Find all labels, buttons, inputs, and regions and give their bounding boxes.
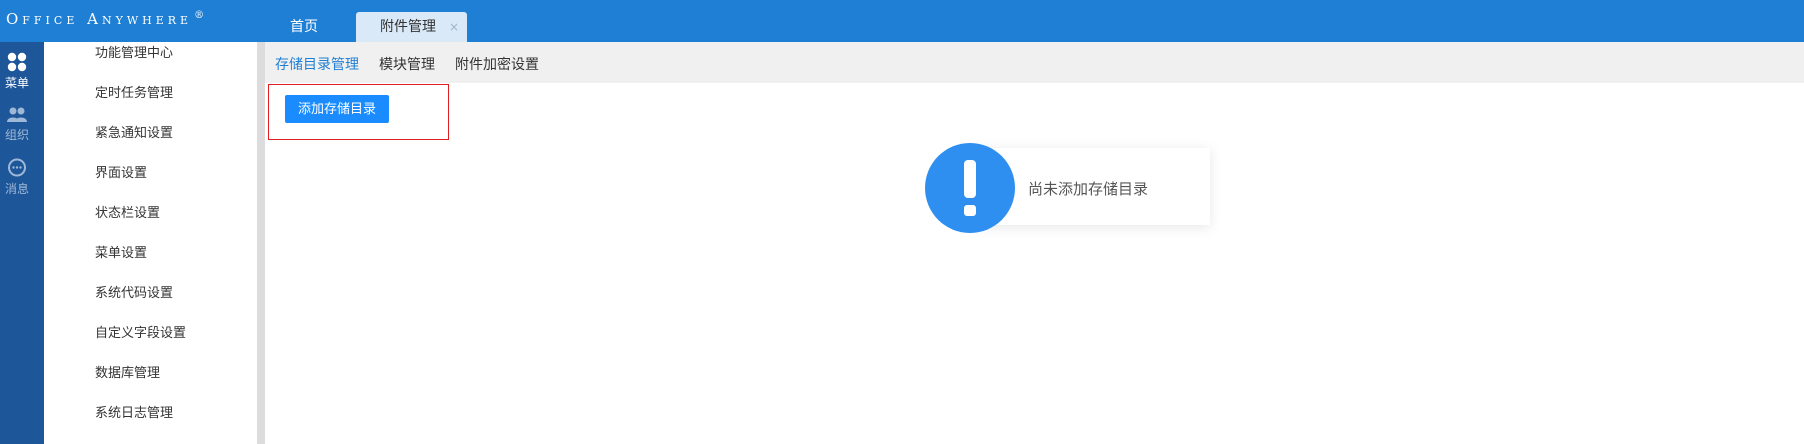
rail-label-menu: 菜单	[4, 76, 29, 90]
icon-rail: 菜单 组织 消息	[0, 42, 44, 444]
menu-item[interactable]: 系统代码设置	[95, 282, 173, 301]
menu-item[interactable]: 界面设置	[95, 162, 147, 181]
tab-close-icon[interactable]: ×	[449, 12, 459, 42]
tab-attachment-label: 附件管理	[380, 19, 436, 35]
top-bar: Office Anywhere ® 首页 附件管理 ×	[0, 0, 1804, 42]
menu-item[interactable]: 数据库管理	[95, 362, 160, 381]
highlight-box: 添加存储目录	[268, 84, 449, 140]
tab-home-label: 首页	[290, 19, 318, 35]
app-root: Office Anywhere ® 首页 附件管理 × 菜单 组织 消息 功能管…	[0, 0, 1804, 444]
menu-item[interactable]: 菜单设置	[95, 242, 147, 261]
menu-item[interactable]: 系统日志管理	[95, 402, 173, 421]
logo-text: Office Anywhere	[6, 10, 193, 28]
tab-home[interactable]: 首页	[240, 12, 370, 42]
users-icon	[7, 107, 27, 122]
rail-label-messages: 消息	[4, 182, 29, 196]
subnav-storage-directory[interactable]: 存储目录管理	[275, 54, 359, 74]
menu-item[interactable]: 状态栏设置	[95, 202, 160, 221]
sub-nav: 存储目录管理 模块管理 附件加密设置	[265, 42, 1804, 83]
empty-state-message: 尚未添加存储目录	[1028, 180, 1149, 198]
menu-scrollbar[interactable]	[257, 42, 265, 444]
rail-item-messages[interactable]: 消息	[0, 158, 34, 197]
add-storage-directory-button[interactable]: 添加存储目录	[285, 95, 389, 123]
menu-item[interactable]: 定时任务管理	[95, 82, 173, 101]
subnav-module-management[interactable]: 模块管理	[379, 54, 435, 74]
grid-icon	[7, 52, 27, 72]
rail-label-org: 组织	[4, 128, 29, 142]
exclamation-icon	[925, 143, 1015, 233]
app-logo: Office Anywhere ®	[6, 10, 204, 28]
menu-item[interactable]: 功能管理中心	[95, 42, 173, 61]
tab-attachment-management[interactable]: 附件管理 ×	[356, 12, 467, 42]
menu-item[interactable]: 紧急通知设置	[95, 122, 173, 141]
chat-icon	[8, 158, 26, 177]
rail-item-org[interactable]: 组织	[0, 106, 34, 143]
rail-item-menu[interactable]: 菜单	[0, 52, 34, 91]
registered-mark: ®	[194, 10, 205, 21]
menu-item[interactable]: 自定义字段设置	[95, 322, 186, 341]
side-menu: 功能管理中心 定时任务管理 紧急通知设置 界面设置 状态栏设置 菜单设置 系统代…	[44, 42, 257, 444]
main-content: 添加存储目录 尚未添加存储目录	[265, 83, 1804, 444]
subnav-attachment-encryption[interactable]: 附件加密设置	[455, 54, 539, 74]
